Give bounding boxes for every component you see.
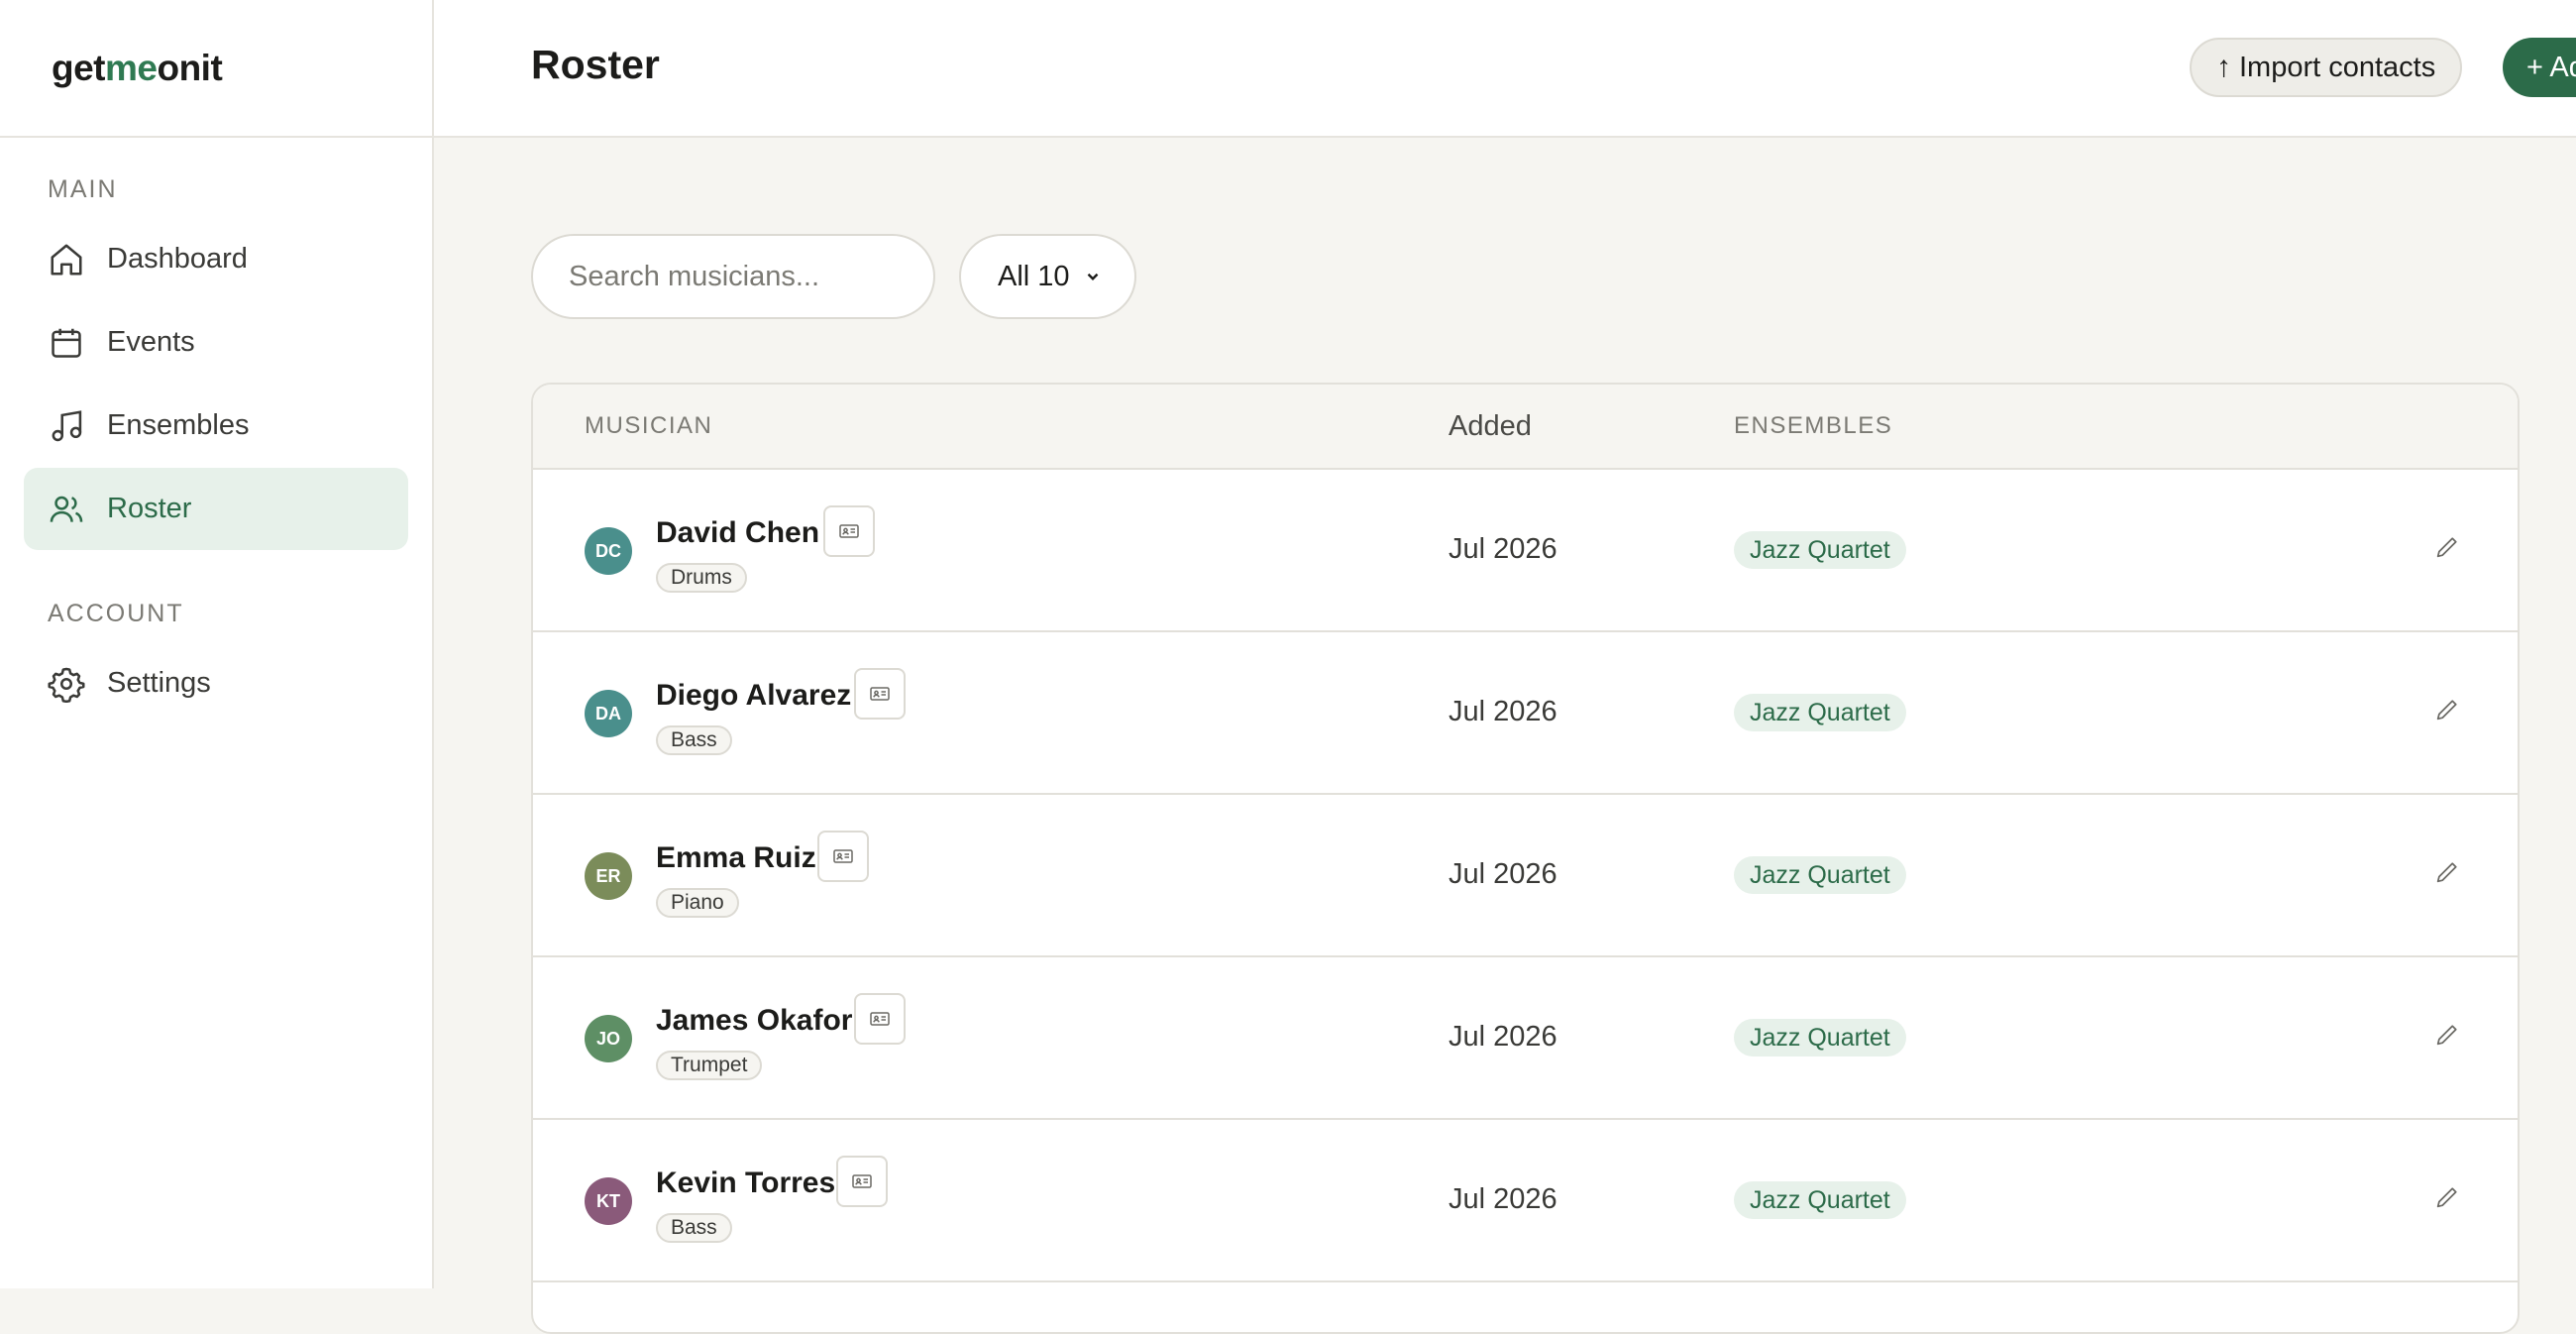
instrument-tag: Piano (656, 888, 739, 918)
id-card-icon (852, 1174, 872, 1188)
ensemble-badge[interactable]: Jazz Quartet (1734, 1181, 1906, 1219)
musician-name[interactable]: James Okafor (656, 1004, 852, 1038)
contact-card-button[interactable] (817, 831, 869, 882)
edit-button[interactable] (2433, 858, 2467, 892)
id-card-icon (839, 524, 859, 538)
edit-button[interactable] (2433, 533, 2467, 567)
id-card-icon (870, 1012, 890, 1026)
sidebar-item-dashboard[interactable]: Dashboard (24, 218, 408, 300)
added-date: Jul 2026 (1449, 1183, 1557, 1215)
added-date: Jul 2026 (1449, 696, 1557, 727)
gear-icon (48, 665, 85, 703)
add-musician-label: + Add (2526, 51, 2576, 83)
users-icon (48, 491, 85, 528)
table-row[interactable]: JO James Okafor Trumpet Jul 2026 Jazz Qu… (533, 957, 2518, 1120)
musician-name[interactable]: Emma Ruiz (656, 841, 816, 875)
table-row[interactable]: KT Kevin Torres Bass Jul 2026 Jazz Quart… (533, 1120, 2518, 1282)
brand-text-me: me (105, 47, 158, 88)
edit-button[interactable] (2433, 696, 2467, 729)
table-row[interactable]: DC David Chen Drums Jul 2026 Jazz Quarte… (533, 470, 2518, 632)
chevron-down-icon (1084, 268, 1102, 285)
added-date: Jul 2026 (1449, 1021, 1557, 1053)
id-card-icon (870, 687, 890, 701)
sidebar-item-label: Events (107, 326, 195, 358)
nav-section-main-title: MAIN (48, 175, 118, 203)
roster-table: MUSICIAN Added ENSEMBLES DC David Chen D… (531, 383, 2520, 1334)
filter-label: All 10 (998, 260, 1070, 292)
brand-text-onit: onit (157, 47, 223, 88)
edit-button[interactable] (2433, 1183, 2467, 1217)
contact-card-button[interactable] (854, 993, 906, 1045)
added-date: Jul 2026 (1449, 533, 1557, 565)
avatar: KT (585, 1177, 632, 1225)
filter-dropdown[interactable]: All 10 (959, 234, 1136, 319)
table-row[interactable]: ER Emma Ruiz Piano Jul 2026 Jazz Quartet (533, 795, 2518, 957)
instrument-tag: Drums (656, 563, 747, 593)
ensemble-badge[interactable]: Jazz Quartet (1734, 856, 1906, 894)
arrow-up-icon: ↑ (2216, 51, 2231, 83)
sidebar-item-settings[interactable]: Settings (24, 642, 408, 724)
top-bar: Roster ↑ Import contacts + Add (434, 0, 2576, 138)
import-contacts-label: Import contacts (2239, 51, 2436, 83)
search-input[interactable] (531, 234, 935, 319)
instrument-tag: Trumpet (656, 1051, 763, 1080)
contact-card-button[interactable] (836, 1156, 888, 1207)
pencil-icon (2436, 1187, 2457, 1208)
nav-section-account-title: ACCOUNT (48, 600, 184, 627)
table-row[interactable]: DA Diego Alvarez Bass Jul 2026 Jazz Quar… (533, 632, 2518, 795)
pencil-icon (2436, 537, 2457, 558)
edit-button[interactable] (2433, 1021, 2467, 1055)
musician-name[interactable]: Diego Alvarez (656, 679, 851, 713)
sidebar-item-roster[interactable]: Roster (24, 468, 408, 550)
sidebar: get me onit MAIN Dashboard Events Ensemble… (0, 0, 434, 1288)
instrument-tag: Bass (656, 1213, 732, 1243)
column-header-ensembles[interactable]: ENSEMBLES (1734, 412, 1892, 440)
avatar: JO (585, 1015, 632, 1062)
column-header-added[interactable]: Added (1449, 410, 1532, 443)
sidebar-item-label: Dashboard (107, 243, 248, 275)
ensemble-badge[interactable]: Jazz Quartet (1734, 531, 1906, 569)
ensemble-badge[interactable]: Jazz Quartet (1734, 694, 1906, 731)
pencil-icon (2436, 1025, 2457, 1046)
column-header-musician[interactable]: MUSICIAN (585, 412, 712, 440)
avatar: DA (585, 690, 632, 737)
calendar-icon (48, 324, 85, 362)
added-date: Jul 2026 (1449, 858, 1557, 890)
brand-text-get: get (52, 47, 106, 88)
sidebar-item-events[interactable]: Events (24, 301, 408, 384)
ensemble-badge[interactable]: Jazz Quartet (1734, 1019, 1906, 1056)
sidebar-item-label: Ensembles (107, 409, 250, 441)
instrument-tag: Bass (656, 725, 732, 755)
musician-name[interactable]: Kevin Torres (656, 1167, 835, 1200)
page-title: Roster (531, 42, 660, 87)
brand-logo[interactable]: get me onit (0, 0, 432, 138)
pencil-icon (2436, 700, 2457, 721)
contact-card-button[interactable] (823, 505, 875, 557)
id-card-icon (833, 849, 853, 863)
contact-card-button[interactable] (854, 668, 906, 720)
avatar: ER (585, 852, 632, 900)
sidebar-item-label: Roster (107, 493, 192, 524)
musician-name[interactable]: David Chen (656, 516, 819, 550)
music-note-icon (48, 407, 85, 445)
avatar: DC (585, 527, 632, 575)
add-musician-button[interactable]: + Add (2503, 38, 2576, 97)
pencil-icon (2436, 862, 2457, 883)
sidebar-item-ensembles[interactable]: Ensembles (24, 385, 408, 467)
table-header: MUSICIAN Added ENSEMBLES (533, 385, 2518, 470)
sidebar-item-label: Settings (107, 667, 211, 699)
home-icon (48, 241, 85, 278)
import-contacts-button[interactable]: ↑ Import contacts (2190, 38, 2463, 97)
